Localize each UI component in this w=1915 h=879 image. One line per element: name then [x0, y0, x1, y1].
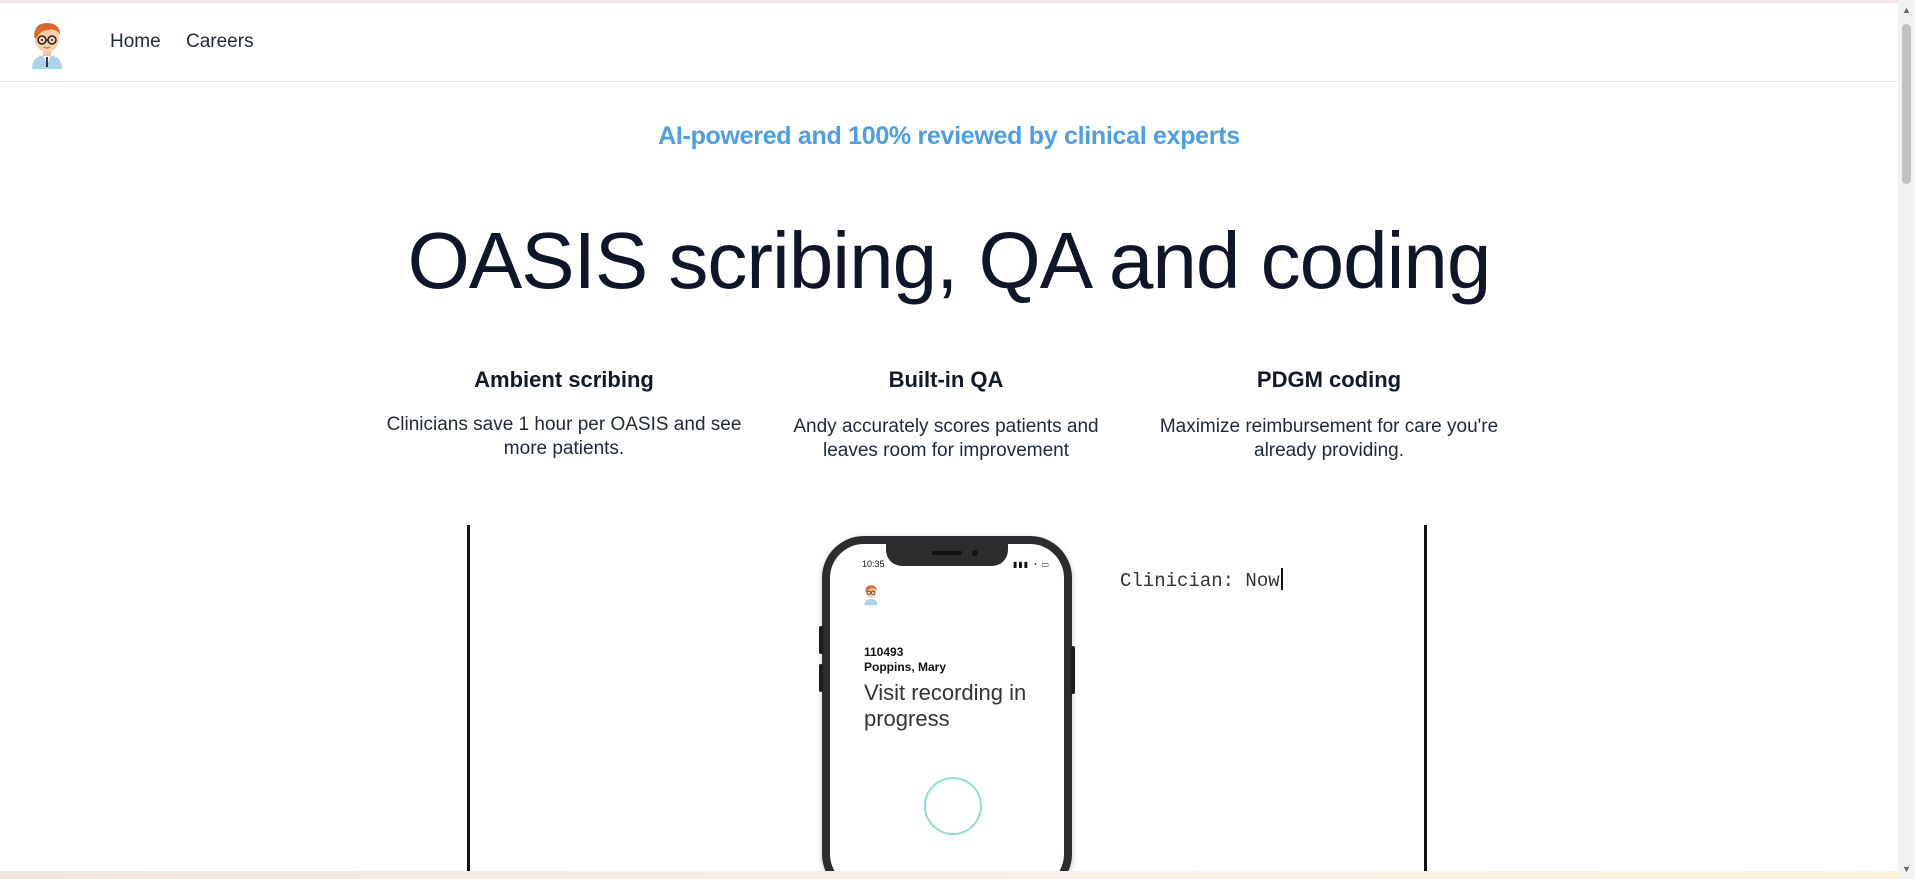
phone-mockup: 10:35 ▮▮▮ ◔ ▭ 110493 Poppins, Mary Visit…	[819, 536, 1075, 879]
phone-screen: 10:35 ▮▮▮ ◔ ▭ 110493 Poppins, Mary Visit…	[830, 544, 1064, 879]
page-bottom-strip	[0, 871, 1898, 879]
patient-name: Poppins, Mary	[864, 660, 947, 674]
phone-speaker	[932, 551, 962, 555]
feature-title: Ambient scribing	[474, 367, 654, 392]
demo-transcript: Clinician: Now	[1120, 568, 1283, 592]
nav-careers-link[interactable]: Careers	[186, 31, 254, 53]
scroll-down-icon[interactable]: ▼	[1898, 862, 1915, 876]
feature-title: Built-in QA	[888, 367, 1004, 392]
hero-tagline: AI-powered and 100% reviewed by clinical…	[658, 122, 1240, 150]
logo-doctor-avatar-icon[interactable]	[26, 17, 68, 69]
phone-volume-button	[819, 626, 823, 654]
phone-power-button	[1071, 646, 1075, 694]
feature-description: Andy accurately scores patients and leav…	[793, 416, 1099, 461]
record-button[interactable]	[924, 777, 982, 835]
feature-title: PDGM coding	[1256, 367, 1402, 392]
phone-camera	[972, 550, 978, 556]
scroll-up-icon[interactable]: ▲	[1898, 3, 1915, 17]
feature-ambient-scribing: Ambient scribing Clinicians save 1 hour …	[384, 367, 744, 461]
feature-description: Maximize reimbursement for care you're a…	[1159, 416, 1499, 461]
site-header: Home Careers	[0, 3, 1898, 82]
typing-caret	[1280, 568, 1283, 590]
phone-notch	[886, 544, 1008, 566]
patient-id: 110493	[864, 645, 904, 659]
feature-pdgm-coding: PDGM coding Maximize reimbursement for c…	[1149, 367, 1509, 463]
feature-built-in-qa: Built-in QA Andy accurately scores patie…	[766, 367, 1126, 463]
hero-headline: OASIS scribing, QA and coding	[407, 216, 1492, 305]
phone-status-icons: ▮▮▮ ◔ ▭	[1012, 560, 1050, 569]
phone-volume-button	[819, 664, 823, 692]
vertical-scrollbar[interactable]: ▲ ▼	[1898, 0, 1915, 879]
transcript-text: Clinician: Now	[1120, 570, 1280, 592]
scrollbar-thumb[interactable]	[1902, 24, 1911, 184]
nav-home-link[interactable]: Home	[110, 31, 161, 53]
app-doctor-avatar-icon	[864, 585, 878, 606]
phone-status-time: 10:35	[862, 559, 885, 569]
recording-status-text: Visit recording in progress	[864, 680, 1027, 731]
feature-description: Clinicians save 1 hour per OASIS and see…	[386, 414, 742, 459]
